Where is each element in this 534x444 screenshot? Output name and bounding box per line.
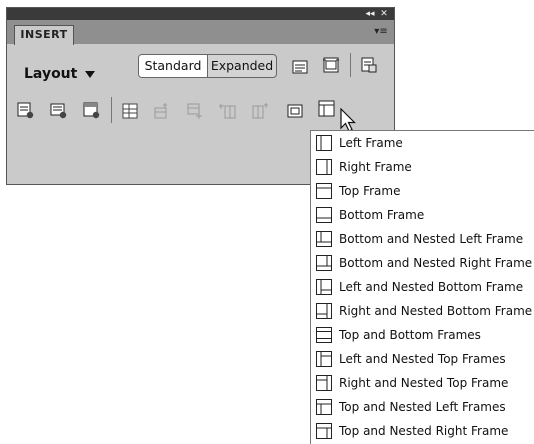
top-frame-icon (315, 182, 333, 200)
top-nested-right-frame-icon (315, 422, 333, 440)
insert-ap-div-icon[interactable] (49, 101, 67, 119)
menu-item-left-frame[interactable]: Left Frame (311, 131, 534, 155)
iframe-icon[interactable] (286, 102, 304, 120)
menu-item-bottom-frame[interactable]: Bottom Frame (311, 203, 534, 227)
chevron-down-icon (85, 70, 96, 78)
insert-column-right-icon (251, 102, 269, 120)
right-frame-icon (315, 158, 333, 176)
layout-table-icon[interactable] (291, 58, 309, 76)
top-bottom-frames-icon (315, 326, 333, 344)
panel-options-icon[interactable]: ▾≡ (374, 26, 388, 38)
panel-tabstrip: INSERT ▾≡ (7, 20, 394, 45)
toolbar-divider (111, 97, 112, 123)
insert-row-above-icon (153, 102, 171, 120)
category-label: Layout (24, 66, 78, 82)
right-nested-top-frame-icon (315, 374, 333, 392)
menu-item-bottom-nested-left-frame[interactable]: Bottom and Nested Left Frame (311, 227, 534, 251)
menu-item-top-frame[interactable]: Top Frame (311, 179, 534, 203)
mode-toggle: Standard Expanded (138, 54, 277, 78)
menu-item-right-frame[interactable]: Right Frame (311, 155, 534, 179)
category-dropdown[interactable]: Layout (24, 65, 96, 83)
right-nested-bottom-frame-icon (315, 302, 333, 320)
menu-item-right-nested-bottom-frame[interactable]: Right and Nested Bottom Frame (311, 299, 534, 323)
menu-item-top-nested-left-frames[interactable]: Top and Nested Left Frames (311, 395, 534, 419)
menu-item-left-nested-bottom-frame[interactable]: Left and Nested Bottom Frame (311, 275, 534, 299)
panel-titlebar: ◂◂ ✕ (7, 8, 394, 20)
bottom-nested-right-frame-icon (315, 254, 333, 272)
expanded-mode-button[interactable]: Expanded (208, 55, 276, 77)
left-nested-top-frames-icon (315, 350, 333, 368)
bottom-frame-icon (315, 206, 333, 224)
toolbar-divider (350, 53, 351, 77)
tab-insert[interactable]: INSERT (14, 25, 74, 45)
insert-row-below-icon (186, 102, 204, 120)
close-icon[interactable]: ✕ (378, 8, 390, 20)
draw-layout-icon[interactable] (360, 56, 378, 74)
left-frame-icon (315, 134, 333, 152)
top-nested-left-frames-icon (315, 398, 333, 416)
layout-cell-icon[interactable] (322, 56, 340, 74)
insert-spry-icon[interactable] (82, 101, 100, 119)
collapse-icon[interactable]: ◂◂ (364, 8, 376, 20)
bottom-nested-left-frame-icon (315, 230, 333, 248)
table-icon[interactable] (121, 102, 139, 120)
menu-item-bottom-nested-right-frame[interactable]: Bottom and Nested Right Frame (311, 251, 534, 275)
menu-item-top-bottom-frames[interactable]: Top and Bottom Frames (311, 323, 534, 347)
insert-column-left-icon (219, 102, 237, 120)
frames-menu: Left Frame Right Frame Top Frame Bottom … (310, 130, 534, 444)
div-tag-icon[interactable] (16, 101, 34, 119)
menu-item-right-nested-top-frame[interactable]: Right and Nested Top Frame (311, 371, 534, 395)
standard-mode-button[interactable]: Standard (139, 55, 208, 77)
frames-icon[interactable] (318, 100, 336, 118)
left-nested-bottom-frame-icon (315, 278, 333, 296)
menu-item-top-nested-right-frame[interactable]: Top and Nested Right Frame (311, 419, 534, 443)
menu-item-left-nested-top-frames[interactable]: Left and Nested Top Frames (311, 347, 534, 371)
